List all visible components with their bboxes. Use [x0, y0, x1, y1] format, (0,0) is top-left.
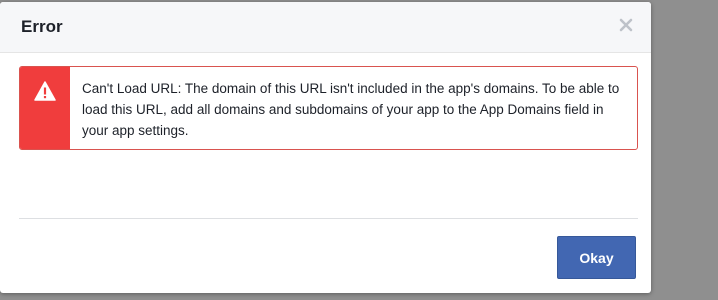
okay-button[interactable]: Okay	[557, 236, 636, 279]
close-button[interactable]	[616, 15, 636, 35]
error-icon-cell	[20, 67, 70, 149]
close-icon	[619, 18, 633, 32]
error-message-text: Can't Load URL: The domain of this URL i…	[82, 81, 620, 138]
warning-triangle-icon	[34, 81, 56, 101]
footer-divider	[19, 218, 638, 219]
error-message-box: Can't Load URL: The domain of this URL i…	[19, 66, 638, 150]
dialog-title: Error	[21, 17, 63, 36]
dialog-header: Error	[0, 2, 651, 53]
error-dialog: Error Can't Load URL: The domain of this…	[0, 2, 651, 293]
